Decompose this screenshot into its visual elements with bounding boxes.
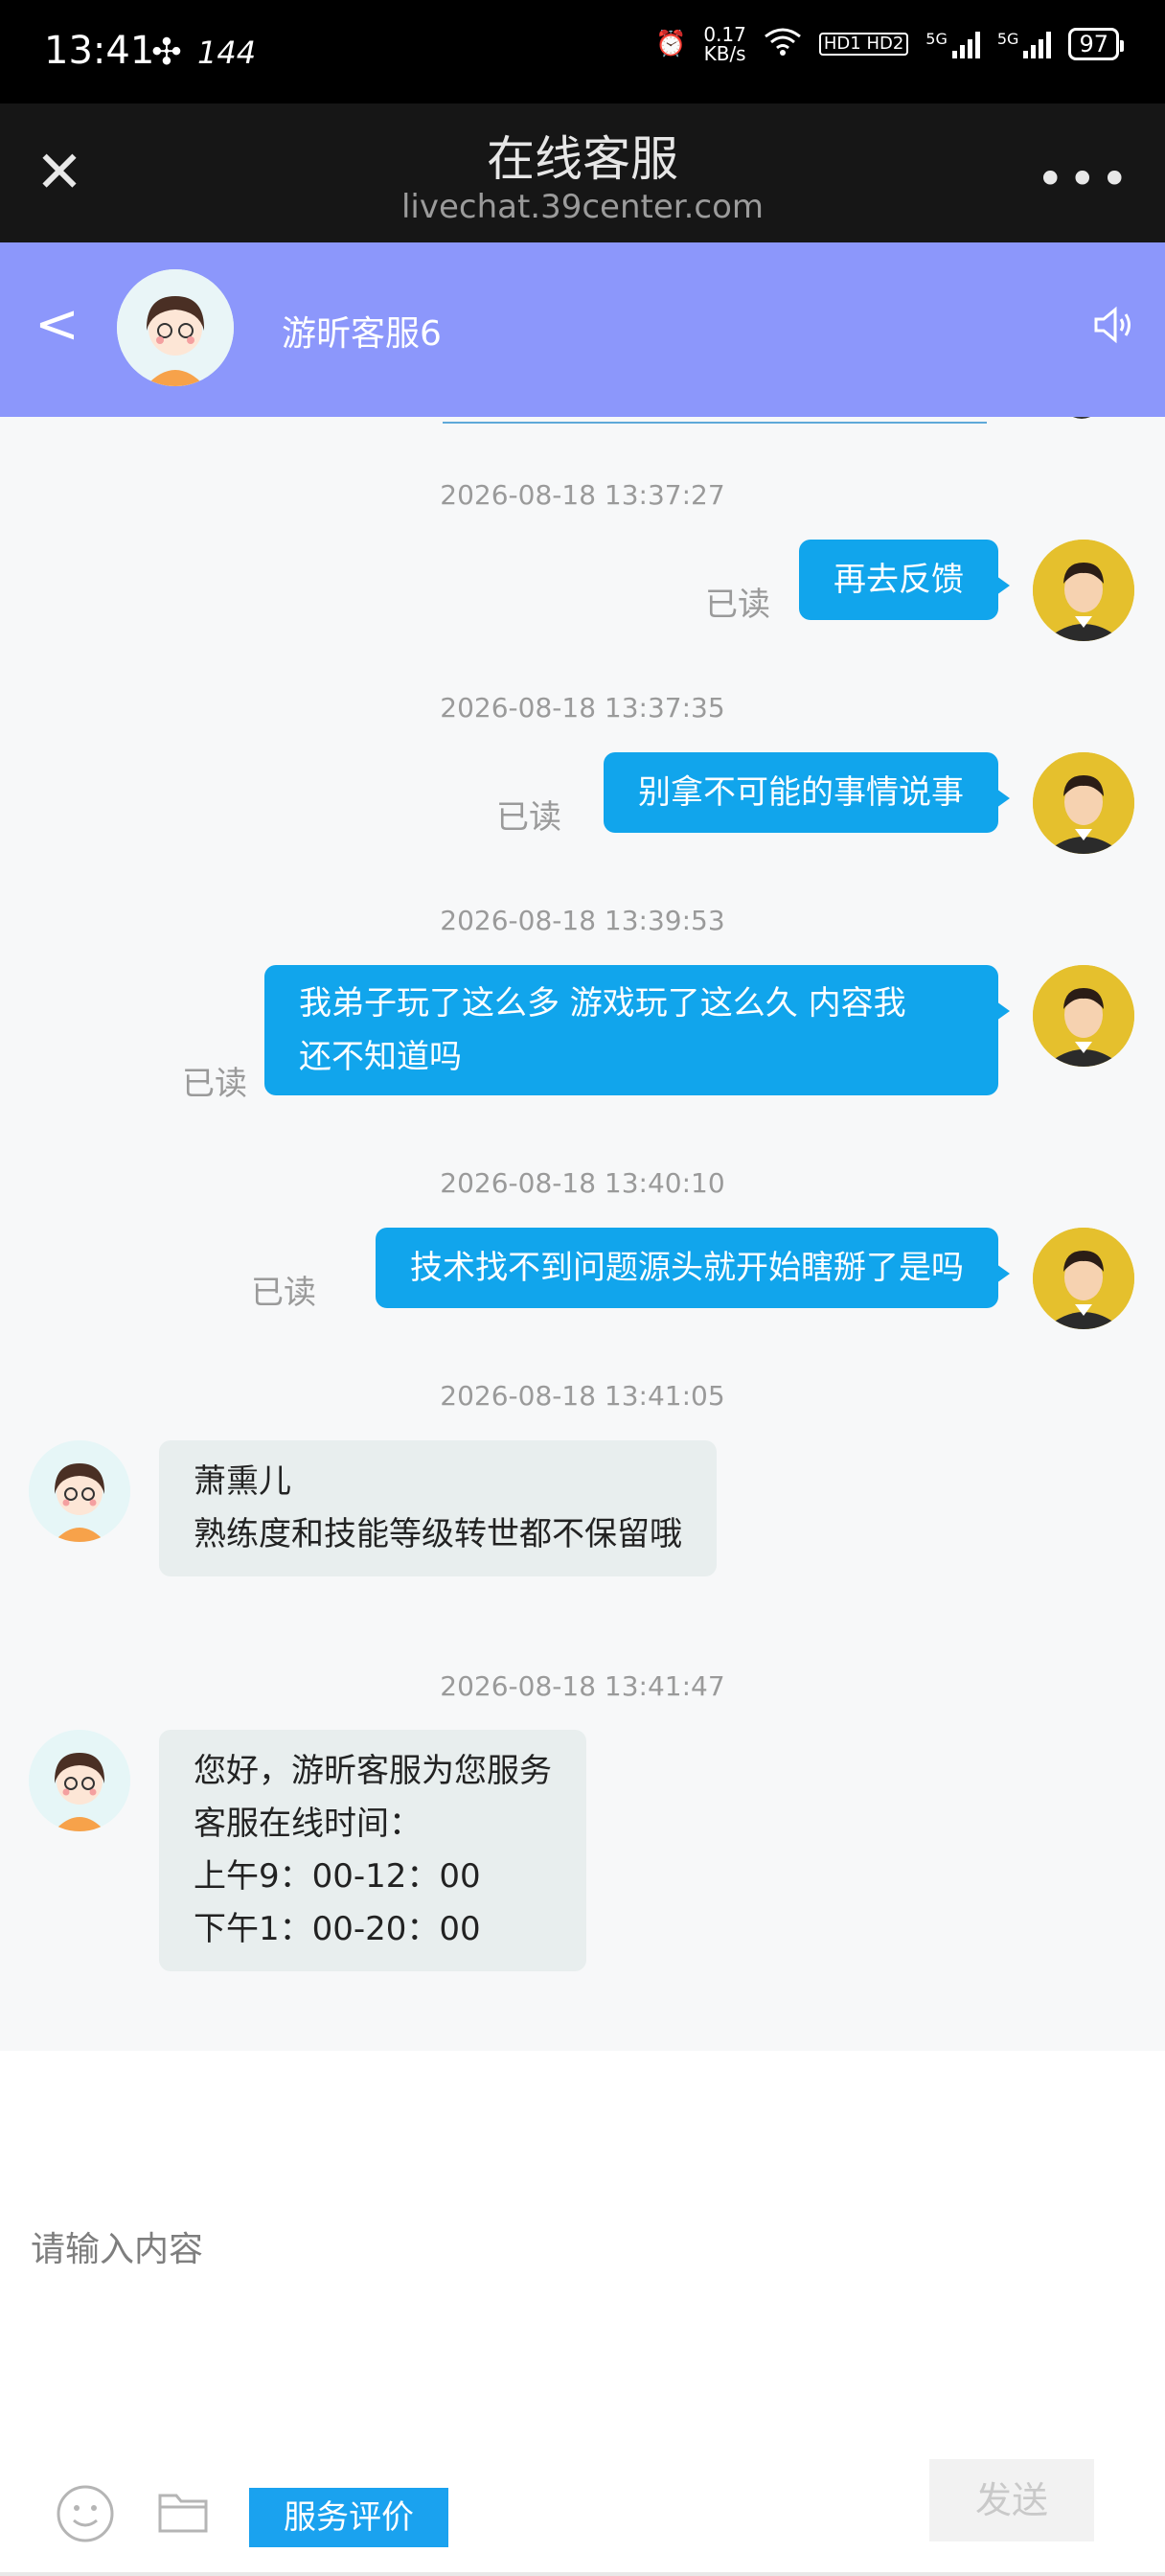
message-bubble-out[interactable]: 再去反馈 xyxy=(799,540,1010,620)
agent-avatar xyxy=(29,1440,130,1542)
browser-bar: ✕ 在线客服 livechat.39center.com ••• xyxy=(0,104,1165,242)
page-title: 在线客服 xyxy=(487,131,678,187)
message-text-line: 上午9：00-12：00 xyxy=(194,1857,481,1896)
input-area: 请输入内容 服务评价 发送 xyxy=(0,2051,1165,2576)
send-button[interactable]: 发送 xyxy=(929,2459,1094,2542)
user-avatar xyxy=(1033,540,1134,641)
message-bubble-out[interactable]: 我弟子玩了这么多 游戏玩了这么久 内容我 还不知道吗 xyxy=(264,965,1010,1095)
page-url: livechat.39center.com xyxy=(400,188,765,226)
message-bubble-in[interactable]: 您好，游昕客服为您服务 客服在线时间： 上午9：00-12：00 下午1：00-… xyxy=(159,1730,586,1971)
message-timestamp: 2026-08-18 13:41:47 xyxy=(440,1670,725,1702)
message-input[interactable]: 请输入内容 xyxy=(31,2221,203,2271)
read-status: 已读 xyxy=(705,586,770,624)
divider xyxy=(0,2572,1165,2576)
user-avatar xyxy=(1033,965,1134,1067)
status-indicators: ⏰ 0.17 KB/s HD1 HD2 5G 5G 97 xyxy=(654,25,1124,63)
speaker-icon[interactable] xyxy=(1090,302,1136,348)
message-timestamp: 2026-08-18 13:37:27 xyxy=(440,479,725,511)
alarm-icon: ⏰ xyxy=(654,30,687,58)
smile-icon[interactable] xyxy=(56,2484,115,2543)
message-text-line: 客服在线时间： xyxy=(194,1805,422,1843)
net-speed-value: 0.17 xyxy=(703,23,746,46)
signal-2-icon: 5G xyxy=(997,30,1052,58)
wifi-icon xyxy=(764,27,802,62)
user-avatar xyxy=(1033,1228,1134,1329)
status-time: 13:41 xyxy=(44,29,155,73)
chat-header: < 游昕客服6 xyxy=(0,242,1165,417)
message-text-line: 还不知道吗 xyxy=(299,1038,462,1076)
message-list[interactable]: 2026-08-18 13:37:27 已读 再去反馈 2026-08-18 1… xyxy=(0,417,1165,2051)
refresh-rate: 144 xyxy=(197,34,257,71)
message-text-line: 萧熏儿 xyxy=(194,1462,291,1501)
message-timestamp: 2026-08-18 13:41:05 xyxy=(440,1380,725,1412)
message-text-line: 您好，游昕客服为您服务 xyxy=(194,1752,552,1790)
message-text: 技术找不到问题源头就开始瞎掰了是吗 xyxy=(410,1249,964,1287)
agent-name: 游昕客服6 xyxy=(282,314,442,354)
message-text-line: 熟练度和技能等级转世都不保留哦 xyxy=(194,1515,682,1553)
message-text: 再去反馈 xyxy=(834,561,964,599)
hd-tag: HD1 HD2 xyxy=(818,33,909,56)
battery-icon: 97 xyxy=(1068,28,1124,60)
back-icon[interactable]: < xyxy=(34,296,80,354)
status-bar: 13:41 ✣ 144 ⏰ 0.17 KB/s HD1 HD2 5G 5G 97 xyxy=(0,0,1165,104)
rate-service-button[interactable]: 服务评价 xyxy=(249,2488,448,2547)
signal-1-icon: 5G xyxy=(925,30,980,58)
message-text: 别拿不可能的事情说事 xyxy=(638,773,964,812)
user-avatar xyxy=(1033,752,1134,854)
net-speed-unit: KB/s xyxy=(703,42,746,65)
read-status: 已读 xyxy=(496,798,561,837)
avatar xyxy=(1062,417,1102,419)
message-timestamp: 2026-08-18 13:39:53 xyxy=(440,905,725,936)
read-status: 已读 xyxy=(182,1065,247,1103)
divider xyxy=(443,422,987,424)
message-text-line: 我弟子玩了这么多 游戏玩了这么久 内容我 xyxy=(299,984,906,1023)
message-text-line: 下午1：00-20：00 xyxy=(194,1910,481,1948)
folder-icon[interactable] xyxy=(157,2490,209,2534)
message-timestamp: 2026-08-18 13:37:35 xyxy=(440,692,725,724)
message-timestamp: 2026-08-18 13:40:10 xyxy=(440,1167,725,1199)
message-bubble-out[interactable]: 技术找不到问题源头就开始瞎掰了是吗 xyxy=(376,1228,1010,1308)
net-speed: 0.17 KB/s xyxy=(703,25,746,63)
agent-avatar xyxy=(29,1730,130,1831)
fan-icon: ✣ xyxy=(151,31,182,73)
agent-avatar xyxy=(117,269,234,386)
read-status: 已读 xyxy=(251,1274,316,1312)
more-icon[interactable]: ••• xyxy=(1037,151,1132,207)
message-bubble-in[interactable]: 萧熏儿 熟练度和技能等级转世都不保留哦 xyxy=(159,1440,717,1576)
message-bubble-out[interactable]: 别拿不可能的事情说事 xyxy=(604,752,1010,833)
